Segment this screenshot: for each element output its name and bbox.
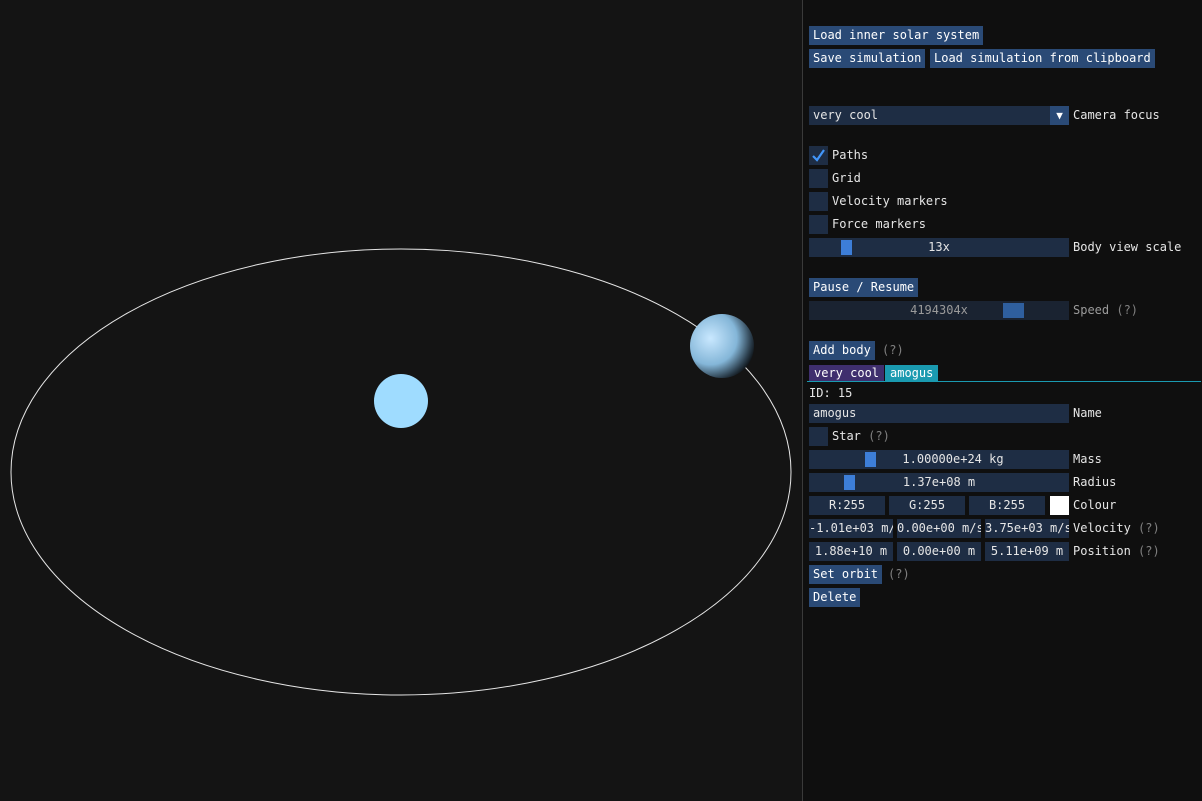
position-y-input[interactable]: 0.00e+00 m	[897, 542, 981, 561]
name-input[interactable]: amogus	[809, 404, 1069, 423]
radius-value: 1.37e+08 m	[902, 475, 976, 489]
add-body-help[interactable]: (?)	[882, 341, 904, 360]
velocity-markers-checkbox[interactable]	[809, 192, 828, 211]
slider-grab[interactable]	[865, 452, 876, 467]
speed-help[interactable]: (?)	[1116, 303, 1138, 317]
colour-label: Colour	[1073, 498, 1117, 512]
position-x-input[interactable]: 1.88e+10 m	[809, 542, 893, 561]
tab-underline	[807, 381, 1201, 382]
tab-amogus[interactable]: amogus	[885, 365, 939, 382]
orbit-path	[10, 248, 792, 696]
star-help[interactable]: (?)	[868, 429, 890, 443]
load-inner-solar-system-button[interactable]: Load inner solar system	[809, 26, 984, 45]
velocity-y-input[interactable]: 0.00e+00 m/s	[897, 519, 981, 538]
star-checkbox[interactable]	[809, 427, 828, 446]
position-help[interactable]: (?)	[1138, 544, 1160, 558]
colour-g-input[interactable]: G:255	[889, 496, 965, 515]
name-label: Name	[1073, 406, 1102, 420]
mass-slider[interactable]: 1.00000e+24 kg	[809, 450, 1069, 469]
paths-checkbox[interactable]	[809, 146, 828, 165]
body-view-scale-value: 13x	[928, 240, 950, 254]
mass-label: Mass	[1073, 452, 1102, 466]
save-simulation-button[interactable]: Save simulation	[809, 49, 926, 68]
control-panel: Load inner solar system Save simulation …	[802, 0, 1202, 801]
colour-swatch[interactable]	[1050, 496, 1069, 515]
simulation-viewport[interactable]	[0, 0, 802, 801]
pause-resume-button[interactable]: Pause / Resume	[809, 278, 919, 297]
grid-label: Grid	[832, 171, 861, 185]
planet-body[interactable]	[690, 314, 754, 378]
delete-button[interactable]: Delete	[809, 588, 861, 607]
body-view-scale-label: Body view scale	[1073, 240, 1182, 254]
position-z-input[interactable]: 5.11e+09 m	[985, 542, 1069, 561]
colour-b-input[interactable]: B:255	[969, 496, 1045, 515]
mass-value: 1.00000e+24 kg	[902, 452, 1004, 466]
force-markers-label: Force markers	[832, 217, 926, 231]
load-from-clipboard-button[interactable]: Load simulation from clipboard	[930, 49, 1155, 68]
radius-slider[interactable]: 1.37e+08 m	[809, 473, 1069, 492]
slider-grab[interactable]	[844, 475, 855, 490]
velocity-markers-label: Velocity markers	[832, 194, 948, 208]
camera-focus-label: Camera focus	[1073, 108, 1160, 122]
star-body[interactable]	[374, 374, 428, 428]
velocity-z-input[interactable]: 3.75e+03 m/s	[985, 519, 1069, 538]
star-label: Star	[832, 429, 861, 443]
body-view-scale-slider[interactable]: 13x	[809, 238, 1069, 257]
set-orbit-button[interactable]: Set orbit	[809, 565, 883, 584]
camera-focus-value: very cool	[813, 108, 879, 122]
set-orbit-help[interactable]: (?)	[888, 565, 910, 584]
speed-value: 4194304x	[910, 303, 968, 317]
checkmark-icon	[812, 149, 825, 162]
colour-r-input[interactable]: R:255	[809, 496, 885, 515]
body-id: ID: 15	[809, 386, 853, 400]
paths-label: Paths	[832, 148, 869, 162]
slider-grab[interactable]	[841, 240, 852, 255]
velocity-label-row: Velocity (?)	[1073, 519, 1160, 538]
tab-very-cool[interactable]: very cool	[809, 365, 885, 382]
star-label-row: Star (?)	[832, 427, 890, 446]
camera-focus-select[interactable]: very cool	[809, 106, 1069, 125]
slider-grab[interactable]	[1003, 303, 1024, 318]
add-body-button[interactable]: Add body	[809, 341, 875, 360]
force-markers-checkbox[interactable]	[809, 215, 828, 234]
chevron-down-icon[interactable]: ▼	[1050, 106, 1069, 125]
speed-slider[interactable]: 4194304x	[809, 301, 1069, 320]
velocity-help[interactable]: (?)	[1138, 521, 1160, 535]
velocity-label: Velocity	[1073, 521, 1131, 535]
radius-label: Radius	[1073, 475, 1117, 489]
position-label: Position	[1073, 544, 1131, 558]
speed-label: Speed (?)	[1073, 301, 1138, 320]
position-label-row: Position (?)	[1073, 542, 1160, 561]
speed-label-text: Speed	[1073, 303, 1110, 317]
grid-checkbox[interactable]	[809, 169, 828, 188]
simulation-canvas[interactable]	[0, 0, 802, 801]
velocity-x-input[interactable]: -1.01e+03 m/	[809, 519, 893, 538]
